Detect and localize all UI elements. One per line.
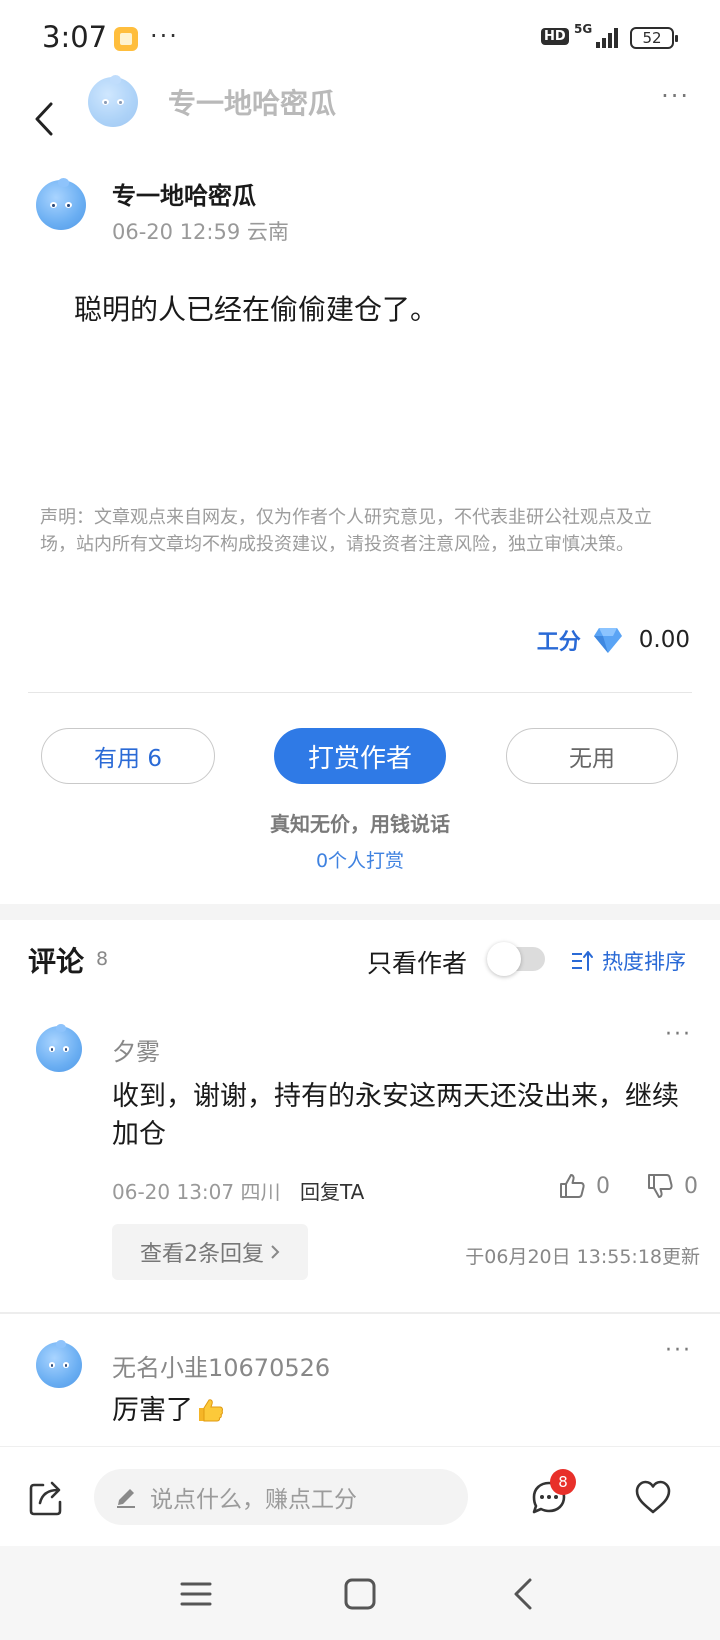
comments-header: 评论 8 只看作者 热度排序 bbox=[0, 928, 720, 990]
pencil-icon bbox=[117, 1489, 135, 1508]
notification-app-icon bbox=[114, 27, 138, 51]
network-type: 5G bbox=[574, 22, 593, 36]
status-bar: 3:07 ··· HD 5G 52 bbox=[0, 0, 720, 76]
tippers-count[interactable]: 0个人打赏 bbox=[0, 846, 720, 873]
home-icon[interactable] bbox=[342, 1576, 378, 1612]
comment-text: 厉害了 bbox=[112, 1392, 692, 1430]
nav-back-icon[interactable] bbox=[506, 1576, 542, 1612]
updated-time: 于06月20日 13:55:18更新 bbox=[465, 1246, 700, 1268]
back-button[interactable] bbox=[24, 94, 64, 144]
like-button[interactable]: 0 bbox=[558, 1172, 610, 1200]
status-time: 3:07 bbox=[42, 20, 108, 54]
thumbs-down-icon bbox=[648, 1174, 673, 1198]
disclaimer: 声明：文章观点来自网友，仅为作者个人研究意见，不代表韭研公社观点及立场，站内所有… bbox=[40, 507, 652, 555]
comment-input[interactable]: 说点什么，赚点工分 bbox=[94, 1469, 468, 1525]
section-separator bbox=[0, 904, 720, 920]
post-body: 聪明的人已经在偷偷建仓了。 bbox=[74, 293, 439, 326]
tip-slogan: 真知无价，用钱说话 bbox=[270, 812, 450, 836]
dislike-count: 0 bbox=[684, 1173, 698, 1199]
comment-text: 收到，谢谢，持有的永安这两天还没出来，继续加仓 bbox=[112, 1081, 679, 1150]
comment-text-content: 厉害了 bbox=[112, 1395, 193, 1426]
author-avatar[interactable] bbox=[36, 177, 86, 230]
system-nav-bar bbox=[0, 1546, 720, 1640]
sort-button[interactable]: 热度排序 bbox=[570, 946, 686, 976]
commenter-name[interactable]: 无名小韭10670526 bbox=[112, 1348, 330, 1383]
comments-count: 8 bbox=[96, 948, 109, 970]
status-more-icon: ··· bbox=[150, 22, 179, 50]
view-replies-label: 查看2条回复 bbox=[140, 1242, 264, 1267]
sort-icon bbox=[572, 951, 593, 971]
like-count: 0 bbox=[596, 1173, 610, 1199]
diamond-icon bbox=[593, 628, 622, 653]
only-author-toggle[interactable] bbox=[487, 942, 549, 976]
dislike-button[interactable]: 0 bbox=[646, 1172, 698, 1200]
comment-input-placeholder: 说点什么，赚点工分 bbox=[150, 1487, 357, 1513]
view-replies-button[interactable]: 查看2条回复 bbox=[112, 1224, 308, 1280]
post-meta: 06-20 12:59 云南 bbox=[112, 220, 289, 244]
reply-button[interactable]: 回复TA bbox=[300, 1176, 364, 1205]
useful-button[interactable]: 有用 6 bbox=[41, 728, 215, 784]
more-menu-icon[interactable]: ··· bbox=[661, 82, 690, 110]
points-label: 工分 bbox=[536, 630, 581, 655]
author-name[interactable]: 专一地哈密瓜 bbox=[112, 176, 256, 211]
share-icon[interactable] bbox=[28, 1479, 66, 1517]
hd-icon: HD bbox=[541, 28, 569, 45]
points-display: 工分 0.00 bbox=[537, 622, 690, 658]
divider bbox=[28, 692, 692, 693]
thumbs-up-emoji bbox=[199, 1399, 224, 1422]
commenter-avatar[interactable] bbox=[36, 1023, 82, 1072]
favorite-heart-icon[interactable] bbox=[634, 1479, 672, 1515]
only-author-label: 只看作者 bbox=[367, 949, 468, 978]
signal-icon bbox=[596, 26, 620, 48]
sort-label: 热度排序 bbox=[602, 950, 686, 974]
comment-more-icon[interactable]: ··· bbox=[665, 1022, 692, 1047]
points-value: 0.00 bbox=[638, 627, 690, 653]
comment-count-badge: 8 bbox=[550, 1469, 576, 1495]
comment-more-icon[interactable]: ··· bbox=[665, 1338, 692, 1363]
comment-item: 无名小韭10670526 ··· 厉害了 bbox=[0, 1338, 720, 1452]
chevron-right-icon bbox=[271, 1245, 280, 1259]
commenter-name[interactable]: 夕雾 bbox=[112, 1032, 160, 1067]
comment-item: 夕雾 ··· 收到，谢谢，持有的永安这两天还没出来，继续加仓 06-20 13:… bbox=[0, 1022, 720, 1306]
useless-button[interactable]: 无用 bbox=[506, 728, 678, 784]
battery-icon: 52 bbox=[630, 27, 678, 49]
menu-icon[interactable] bbox=[178, 1576, 214, 1612]
back-arrow-icon bbox=[35, 102, 53, 136]
header-avatar[interactable] bbox=[88, 74, 138, 127]
comments-title: 评论 bbox=[28, 945, 85, 978]
bottom-action-bar: 说点什么，赚点工分 8 bbox=[0, 1446, 720, 1546]
post-author: 专一地哈密瓜 06-20 12:59 云南 bbox=[36, 176, 686, 246]
thumbs-up-icon bbox=[560, 1174, 585, 1198]
tip-author-button[interactable]: 打赏作者 bbox=[274, 728, 446, 784]
app-header: 专一地哈密瓜 ··· bbox=[0, 74, 720, 172]
comment-divider bbox=[0, 1312, 720, 1314]
header-title: 专一地哈密瓜 bbox=[168, 87, 337, 120]
comment-meta: 06-20 13:07 四川 bbox=[112, 1180, 281, 1204]
commenter-avatar[interactable] bbox=[36, 1339, 82, 1388]
